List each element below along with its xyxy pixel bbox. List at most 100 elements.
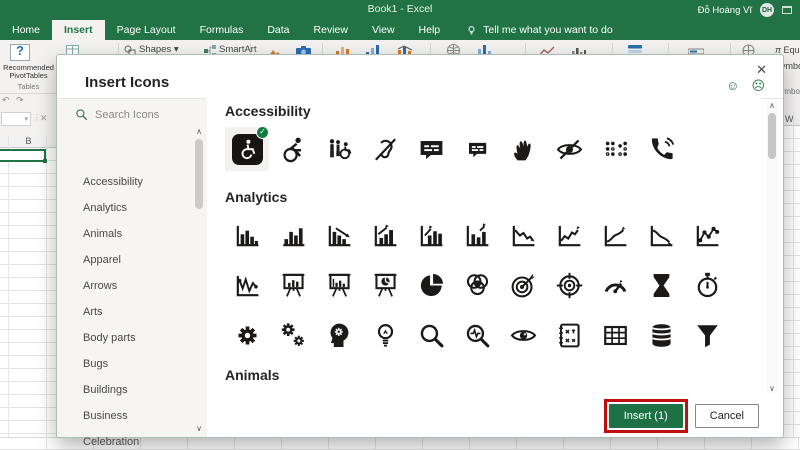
tab-data[interactable]: Data [255,20,301,40]
category-celebration[interactable]: Celebration [57,429,195,450]
tab-help[interactable]: Help [407,20,453,40]
icon-braille[interactable] [593,127,637,171]
icon-bar-chart-decline-arrow[interactable] [317,213,361,257]
selected-check-icon: ✓ [256,126,269,139]
icon-pie-chart[interactable] [409,263,453,307]
icon-line-chart-down[interactable] [501,213,545,257]
icon-magnifier[interactable] [409,313,453,357]
gallery-scroll-down-icon[interactable]: ∨ [766,384,778,393]
icon-zigzag-chart[interactable] [225,263,269,307]
gallery-scrollbar: ∧ ∨ [766,101,778,393]
icon-easel-column-chart[interactable] [317,263,361,307]
icon-lightbulb[interactable] [363,313,407,357]
icon-wheelchair-symbol-glyph [231,133,263,165]
icon-bar-chart-tall[interactable] [271,213,315,257]
tab-review[interactable]: Review [302,20,360,40]
feedback-happy-icon[interactable]: ☺ [726,78,739,94]
category-animals[interactable]: Animals [57,221,195,247]
ribbon-display-options-icon[interactable] [782,6,792,14]
equation-button[interactable]: π Equation [775,45,800,55]
worksheet-left: B [0,135,57,450]
icon-eye-slash[interactable] [547,127,591,171]
tab-view[interactable]: View [360,20,407,40]
category-body-parts[interactable]: Body parts [57,325,195,351]
icon-deaf-hearing-slash[interactable] [363,127,407,171]
icon-crosshair-target[interactable] [547,263,591,307]
name-box[interactable]: ▾ [1,112,31,126]
category-list: Accessibility Analytics Animals Apparel Arro… [57,169,195,450]
icon-wheelchair-active[interactable] [271,127,315,171]
insert-button[interactable]: Insert (1) [608,404,683,428]
category-buildings[interactable]: Buildings [57,377,195,403]
tab-formulas[interactable]: Formulas [188,20,256,40]
sidebar-scrollbar: ∧ ∨ [194,127,204,433]
icon-hourglass[interactable] [639,263,683,307]
user-avatar[interactable]: DH [760,3,774,17]
sidebar-scroll-thumb[interactable] [195,139,203,209]
dialog-title: Insert Icons [85,74,170,91]
category-analytics[interactable]: Analytics [57,195,195,221]
feedback-sad-icon[interactable]: ☹ [751,78,765,94]
icon-chart-arrow-up[interactable] [409,213,453,257]
icon-venn-diagram[interactable] [455,263,499,307]
smartart-label[interactable]: SmartArt [219,44,256,55]
close-icon[interactable]: ✕ [756,62,767,78]
icon-table-grid[interactable] [593,313,637,357]
icon-scatter-line-chart[interactable] [685,213,729,257]
scroll-up-icon[interactable]: ∧ [194,127,204,136]
ribbon-tables-group: ? Recommended PivotTables Tables ↶ ↷ ▾ ⋮… [0,40,57,135]
icon-closed-caption-small[interactable] [455,127,499,171]
tab-home[interactable]: Home [0,20,52,40]
section-header-accessibility: Accessibility [225,103,311,119]
category-arrows[interactable]: Arrows [57,273,195,299]
icon-row [225,213,761,257]
icon-math-notepad[interactable] [547,313,591,357]
cancel-button[interactable]: Cancel [694,404,759,428]
icon-row [225,263,761,307]
category-apparel[interactable]: Apparel [57,247,195,273]
formula-cancel-icon[interactable]: ✕ [40,113,48,124]
gallery-scroll-thumb[interactable] [768,113,776,159]
icon-easel-pie-chart[interactable] [363,263,407,307]
icon-gear[interactable] [225,313,269,357]
title-bar: Book1 - Excel Đỗ Hoàng Vĩ DH [0,0,800,20]
icon-eye[interactable] [501,313,545,357]
icon-easel-bar-chart[interactable] [271,263,315,307]
icon-gears[interactable] [271,313,315,357]
category-accessibility[interactable]: Accessibility [57,169,195,195]
search-box[interactable] [75,108,190,121]
category-arts[interactable]: Arts [57,299,195,325]
category-bugs[interactable]: Bugs [57,351,195,377]
category-business[interactable]: Business [57,403,195,429]
selected-cell[interactable] [0,149,47,163]
icon-sign-language-hand[interactable] [501,127,545,171]
tab-insert[interactable]: Insert [52,20,105,40]
gallery-scroll-up-icon[interactable]: ∧ [766,101,778,110]
search-input[interactable] [95,108,190,121]
shapes-label[interactable]: Shapes ▾ [139,44,179,55]
annotation-red-box: Insert (1) [603,399,688,433]
icon-head-gears[interactable] [317,313,361,357]
icon-bar-chart-growth-arrow[interactable] [363,213,407,257]
icon-dartboard-arrow[interactable] [501,263,545,307]
icon-phone-volume[interactable] [639,127,683,171]
icon-closed-caption[interactable] [409,127,453,171]
undo-redo-icons[interactable]: ↶ ↷ [2,95,26,106]
icon-bar-chart-arrow[interactable] [455,213,499,257]
icon-database[interactable] [639,313,683,357]
tab-page-layout[interactable]: Page Layout [105,20,188,40]
ribbon-tabs: Home Insert Page Layout Formulas Data Review V… [0,20,800,40]
tell-me-box[interactable]: Tell me what you want to do [452,20,613,40]
icon-magnifier-pulse[interactable] [455,313,499,357]
icon-wheelchair-symbol[interactable]: ✓ [225,126,269,171]
icon-gauge[interactable] [593,263,637,307]
icon-funnel-filter[interactable] [685,313,729,357]
icon-family-accessible[interactable] [317,127,361,171]
icon-line-chart-falling[interactable] [639,213,683,257]
scroll-down-icon[interactable]: ∨ [194,424,204,433]
icon-stopwatch[interactable] [685,263,729,307]
icon-line-chart-rising[interactable] [593,213,637,257]
icon-bar-chart[interactable] [225,213,269,257]
icon-row: ✓ [225,126,761,171]
icon-line-chart-up[interactable] [547,213,591,257]
